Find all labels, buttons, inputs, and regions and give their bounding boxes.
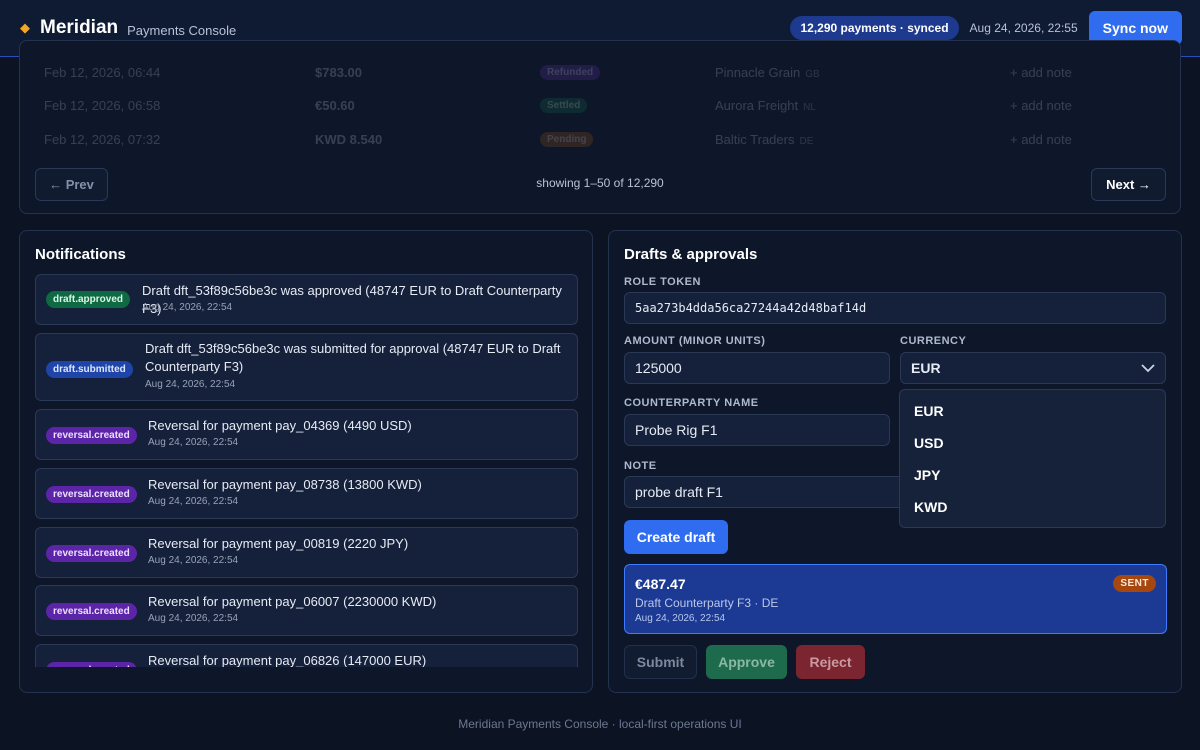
chevron-down-icon (1141, 364, 1155, 373)
counterparty-name: Pinnacle Grain (715, 64, 801, 80)
payment-amount: €50.60 (315, 97, 355, 113)
status-badge: Settled (540, 97, 588, 113)
country-code: DE (799, 135, 814, 147)
payment-date: Feb 12, 2026, 06:44 (44, 64, 161, 80)
notification-time: Aug 24, 2026, 22:54 (148, 555, 239, 566)
add-note-link[interactable]: + add note (1010, 65, 1072, 80)
currency-option-jpy[interactable]: JPY (914, 467, 940, 483)
currency-select[interactable]: EUR (900, 352, 1166, 384)
notification-item: reversal.created Reversal for payment pa… (35, 409, 578, 460)
table-row[interactable]: Feb 12, 2026, 06:58 €50.60 Settled Auror… (20, 88, 1180, 122)
payment-amount: KWD 8.540 (315, 131, 383, 147)
counterparty-label: COUNTERPARTY NAME (624, 397, 759, 409)
notification-item: reversal.created Reversal for payment pa… (35, 527, 578, 578)
notification-text: Reversal for payment pay_06007 (2230000 … (148, 594, 437, 609)
payment-date: Feb 12, 2026, 07:32 (44, 131, 161, 147)
notifications-panel: Notifications draft.approved Draft dft_5… (19, 230, 593, 693)
drafts-title: Drafts & approvals (624, 246, 758, 263)
country-code: GB (805, 68, 820, 80)
event-type-badge: reversal.created (46, 603, 137, 620)
notification-time: Aug 24, 2026, 22:54 (148, 496, 239, 507)
table-row[interactable]: Feb 12, 2026, 07:32 KWD 8.540 Pending Ba… (20, 122, 1180, 156)
currency-option-kwd[interactable]: KWD (914, 499, 947, 515)
notification-time: Aug 24, 2026, 22:54 (142, 302, 233, 313)
currency-label: CURRENCY (900, 335, 967, 347)
event-type-badge: reversal.created (46, 545, 137, 562)
payments-table-panel: Feb 12, 2026, 06:44 $783.00 Refunded Pin… (19, 40, 1181, 214)
draft-amount: €487.47 (635, 576, 686, 592)
add-note-link[interactable]: + add note (1010, 98, 1072, 113)
amount-label: AMOUNT (MINOR UNITS) (624, 335, 766, 347)
header-timestamp: Aug 24, 2026, 22:55 (969, 21, 1078, 35)
notifications-title: Notifications (35, 246, 126, 263)
notification-time: Aug 24, 2026, 22:54 (148, 437, 239, 448)
notification-text: Reversal for payment pay_08738 (13800 KW… (148, 477, 422, 492)
notification-text: Draft dft_53f89c56be3c was submitted for… (145, 341, 561, 374)
event-type-badge: draft.submitted (46, 361, 133, 378)
counterparty-name: Baltic Traders (715, 131, 795, 147)
notification-text: Reversal for payment pay_00819 (2220 JPY… (148, 536, 409, 551)
event-type-badge: reversal.created (46, 662, 137, 667)
create-draft-button[interactable]: Create draft (624, 520, 728, 554)
event-type-badge: reversal.created (46, 486, 137, 503)
amount-input[interactable]: 125000 (624, 352, 890, 384)
reject-button[interactable]: Reject (796, 645, 865, 679)
add-note-link[interactable]: + add note (1010, 132, 1072, 147)
table-row[interactable]: Feb 12, 2026, 06:44 $783.00 Refunded Pin… (20, 55, 1180, 89)
sync-status-badge: 12,290 payments · synced (790, 16, 959, 40)
payment-date: Feb 12, 2026, 06:58 (44, 97, 161, 113)
notification-text: Reversal for payment pay_04369 (4490 USD… (148, 418, 412, 433)
submit-button[interactable]: Submit (624, 645, 697, 679)
drafts-panel: Drafts & approvals ROLE TOKEN 5aa273b4dd… (608, 230, 1182, 693)
footer-text: Meridian Payments Console · local-first … (458, 717, 742, 731)
status-badge: Pending (540, 131, 594, 147)
approve-button[interactable]: Approve (706, 645, 787, 679)
draft-time: Aug 24, 2026, 22:54 (635, 613, 726, 624)
currency-selected-value: EUR (911, 360, 941, 376)
draft-counterparty: Draft Counterparty F3 · DE (635, 596, 779, 610)
currency-option-usd[interactable]: USD (914, 435, 944, 451)
brand-name: Meridian (40, 17, 119, 38)
status-badge: Refunded (540, 64, 601, 80)
notification-item: draft.approved Draft dft_53f89c56be3c wa… (35, 274, 578, 325)
country-code: NL (803, 101, 816, 113)
notifications-list[interactable]: draft.approved Draft dft_53f89c56be3c wa… (35, 274, 578, 667)
draft-status-badge: SENT (1113, 575, 1156, 592)
currency-dropdown[interactable]: EUR USD JPY KWD (899, 389, 1166, 528)
brand-subtitle: Payments Console (127, 22, 237, 38)
role-token-input[interactable]: 5aa273b4dda56ca27244a42d48baf14d (624, 292, 1166, 324)
notification-item: reversal.created Reversal for payment pa… (35, 644, 578, 667)
note-label: NOTE (624, 460, 657, 472)
next-page-button[interactable]: Next → (1091, 168, 1166, 201)
notification-item: reversal.created Reversal for payment pa… (35, 468, 578, 519)
notification-item: draft.submitted Draft dft_53f89c56be3c w… (35, 333, 578, 401)
draft-card[interactable]: €487.47 Draft Counterparty F3 · DE Aug 2… (624, 564, 1167, 634)
notification-time: Aug 24, 2026, 22:54 (148, 613, 239, 624)
notification-text: Reversal for payment pay_06826 (147000 E… (148, 653, 427, 667)
payment-amount: $783.00 (315, 64, 362, 80)
pager-info: showing 1–50 of 12,290 (536, 176, 664, 190)
diamond-logo-icon: ◆ (20, 20, 30, 35)
role-token-label: ROLE TOKEN (624, 276, 701, 288)
notification-item: reversal.created Reversal for payment pa… (35, 585, 578, 636)
notification-time: Aug 24, 2026, 22:54 (145, 379, 236, 390)
counterparty-input[interactable]: Probe Rig F1 (624, 414, 890, 446)
counterparty-name: Aurora Freight (715, 97, 799, 113)
event-type-badge: reversal.created (46, 427, 137, 444)
event-type-badge: draft.approved (46, 291, 131, 308)
currency-option-eur[interactable]: EUR (914, 403, 944, 419)
